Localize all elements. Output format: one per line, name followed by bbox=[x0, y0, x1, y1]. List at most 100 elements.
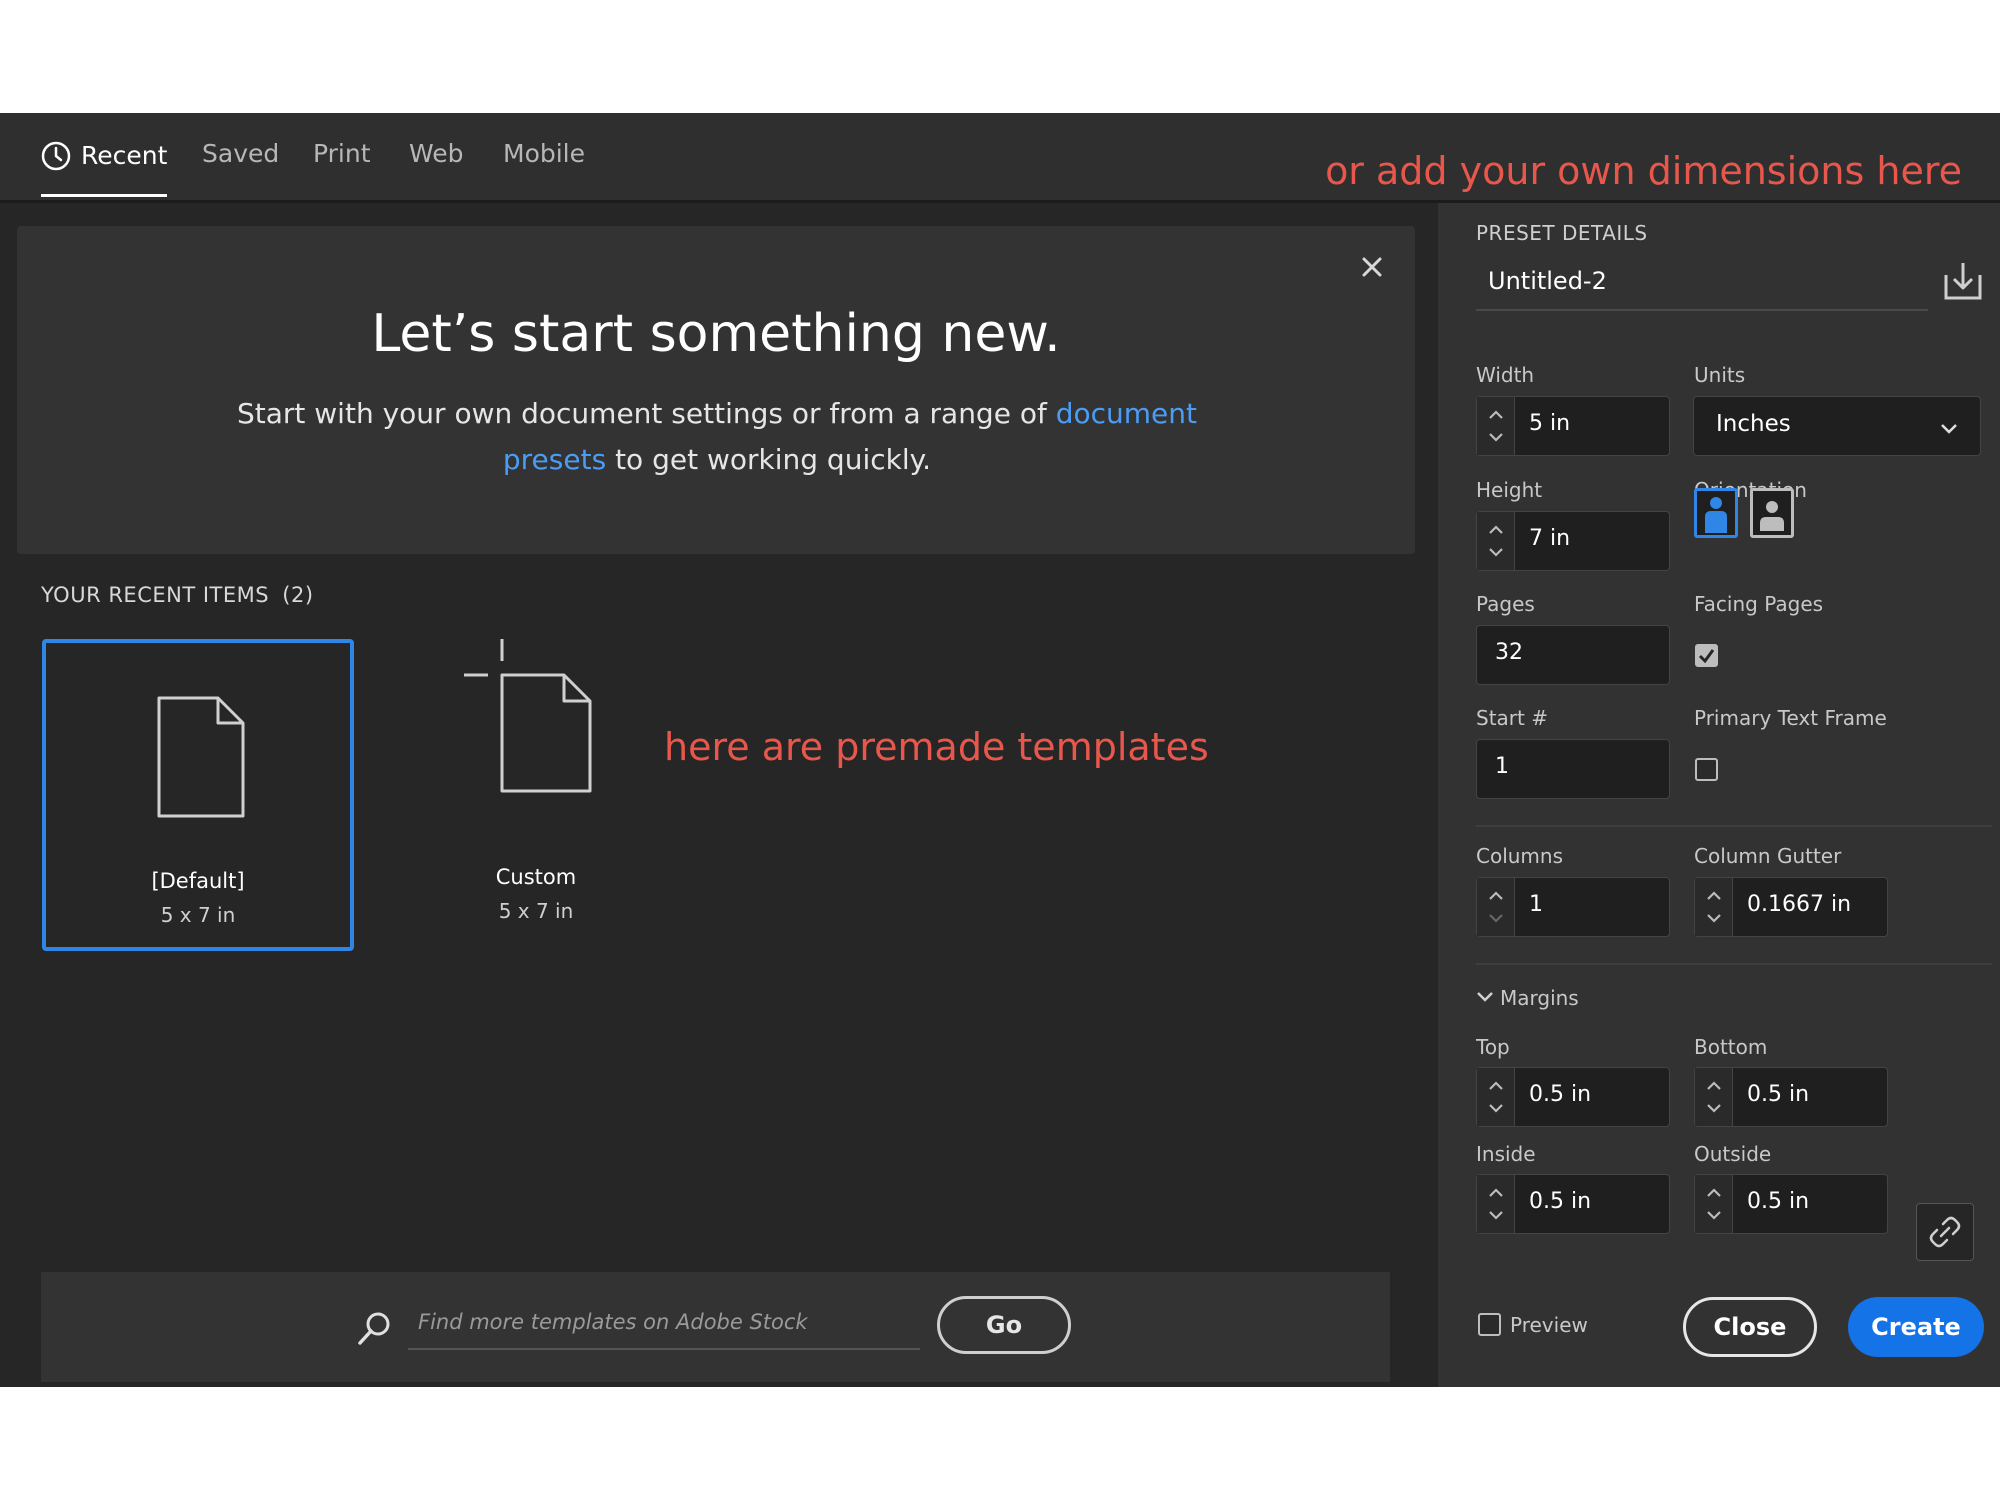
chevron-down-icon[interactable] bbox=[1486, 1098, 1506, 1118]
bottom-margin-stepper[interactable] bbox=[1695, 1068, 1733, 1126]
preset-details-panel: PRESET DETAILS Untitled-2 Width Units 5 … bbox=[1438, 203, 2000, 1387]
start-value: 1 bbox=[1495, 754, 1509, 779]
custom-document-icon bbox=[464, 639, 592, 793]
recent-item-name: Custom bbox=[495, 865, 577, 889]
recent-items-title: YOUR RECENT ITEMS (2) bbox=[41, 583, 314, 607]
chevron-up-icon[interactable] bbox=[1486, 1076, 1506, 1096]
recent-item-name: [Default] bbox=[151, 869, 245, 893]
column-gutter-field[interactable]: 0.1667 in bbox=[1694, 877, 1888, 937]
columns-stepper[interactable] bbox=[1477, 878, 1515, 936]
columns-value: 1 bbox=[1529, 892, 1543, 917]
chevron-up-icon[interactable] bbox=[1704, 1076, 1724, 1096]
width-stepper[interactable] bbox=[1477, 397, 1515, 455]
chevron-up-icon[interactable] bbox=[1486, 886, 1506, 906]
new-document-dialog: Recent Saved Print Web Mobile or add you… bbox=[0, 113, 2000, 1387]
chevron-up-icon[interactable] bbox=[1486, 1183, 1506, 1203]
start-label: Start # bbox=[1476, 706, 1548, 730]
chevron-up-icon[interactable] bbox=[1704, 886, 1724, 906]
bottom-margin-value: 0.5 in bbox=[1747, 1082, 1810, 1107]
chevron-down-icon bbox=[1941, 424, 1957, 434]
inside-margin-field[interactable]: 0.5 in bbox=[1476, 1174, 1670, 1234]
height-stepper[interactable] bbox=[1477, 512, 1515, 570]
chevron-down-icon[interactable] bbox=[1704, 1098, 1724, 1118]
divider bbox=[1476, 963, 1992, 965]
preview-checkbox[interactable] bbox=[1478, 1313, 1501, 1336]
annotation-middle: here are premade templates bbox=[664, 725, 1209, 769]
link-icon bbox=[1929, 1216, 1961, 1248]
chevron-up-icon[interactable] bbox=[1486, 520, 1506, 540]
annotation-top: or add your own dimensions here bbox=[1325, 149, 1962, 193]
recent-item-dims: 5 x 7 in bbox=[160, 903, 236, 927]
tab-print[interactable]: Print bbox=[313, 141, 371, 197]
margins-toggle[interactable]: Margins bbox=[1476, 986, 1579, 1010]
go-button[interactable]: Go bbox=[937, 1296, 1071, 1354]
top-margin-value: 0.5 in bbox=[1529, 1082, 1592, 1107]
column-gutter-label: Column Gutter bbox=[1694, 844, 1842, 868]
columns-field[interactable]: 1 bbox=[1476, 877, 1670, 937]
column-gutter-value: 0.1667 in bbox=[1747, 892, 1852, 917]
checkmark-icon bbox=[1698, 649, 1715, 664]
outside-margin-stepper[interactable] bbox=[1695, 1175, 1733, 1233]
facing-pages-checkbox[interactable] bbox=[1695, 644, 1718, 667]
height-field[interactable]: 7 in bbox=[1476, 511, 1670, 571]
primary-text-frame-checkbox[interactable] bbox=[1695, 758, 1718, 781]
welcome-sub-after: to get working quickly. bbox=[606, 443, 932, 476]
tab-recent[interactable]: Recent bbox=[41, 141, 168, 197]
document-name-field[interactable]: Untitled-2 bbox=[1476, 253, 1928, 311]
welcome-banner: Let’s start something new. Start with yo… bbox=[17, 226, 1415, 554]
margins-label: Margins bbox=[1500, 986, 1579, 1010]
pages-value: 32 bbox=[1495, 640, 1523, 665]
save-preset-icon[interactable] bbox=[1942, 261, 1984, 301]
pages-field[interactable]: 32 bbox=[1476, 625, 1670, 685]
recent-items-count: (2) bbox=[282, 583, 314, 607]
recent-item-default[interactable]: [Default] 5 x 7 in bbox=[42, 639, 354, 951]
clock-icon bbox=[41, 141, 71, 171]
close-icon[interactable] bbox=[1355, 250, 1389, 284]
link-margins-button[interactable] bbox=[1916, 1203, 1974, 1261]
chevron-down-icon[interactable] bbox=[1704, 908, 1724, 928]
tab-mobile[interactable]: Mobile bbox=[503, 141, 585, 197]
stock-search-input[interactable] bbox=[408, 1296, 920, 1350]
tab-web[interactable]: Web bbox=[409, 141, 464, 197]
divider bbox=[1476, 825, 1992, 827]
search-icon bbox=[358, 1312, 390, 1345]
portrait-orientation-button[interactable] bbox=[1694, 488, 1738, 538]
pages-label: Pages bbox=[1476, 592, 1535, 616]
landscape-orientation-button[interactable] bbox=[1750, 488, 1794, 538]
close-button[interactable]: Close bbox=[1683, 1297, 1817, 1357]
chevron-up-icon[interactable] bbox=[1486, 405, 1506, 425]
chevron-down-icon[interactable] bbox=[1486, 542, 1506, 562]
outside-margin-value: 0.5 in bbox=[1747, 1189, 1810, 1214]
top-margin-stepper[interactable] bbox=[1477, 1068, 1515, 1126]
units-label: Units bbox=[1694, 363, 1746, 387]
bottom-margin-field[interactable]: 0.5 in bbox=[1694, 1067, 1888, 1127]
create-button[interactable]: Create bbox=[1848, 1297, 1984, 1357]
tab-saved[interactable]: Saved bbox=[202, 141, 279, 197]
preset-details-title: PRESET DETAILS bbox=[1476, 221, 1648, 245]
chevron-down-icon[interactable] bbox=[1486, 908, 1506, 928]
chevron-down-icon[interactable] bbox=[1704, 1205, 1724, 1225]
welcome-headline: Let’s start something new. bbox=[371, 304, 1061, 364]
units-value: Inches bbox=[1716, 411, 1791, 437]
outside-margin-field[interactable]: 0.5 in bbox=[1694, 1174, 1888, 1234]
inside-margin-value: 0.5 in bbox=[1529, 1189, 1592, 1214]
primary-text-frame-label: Primary Text Frame bbox=[1694, 706, 1887, 730]
outside-margin-label: Outside bbox=[1694, 1142, 1772, 1166]
chevron-down-icon[interactable] bbox=[1486, 427, 1506, 447]
inside-margin-stepper[interactable] bbox=[1477, 1175, 1515, 1233]
start-field[interactable]: 1 bbox=[1476, 739, 1670, 799]
portrait-icon bbox=[1705, 497, 1727, 533]
chevron-up-icon[interactable] bbox=[1704, 1183, 1724, 1203]
column-gutter-stepper[interactable] bbox=[1695, 878, 1733, 936]
preview-label: Preview bbox=[1510, 1313, 1588, 1337]
chevron-down-icon[interactable] bbox=[1486, 1205, 1506, 1225]
document-icon bbox=[157, 696, 245, 818]
units-select[interactable]: Inches bbox=[1693, 396, 1981, 456]
welcome-subtext: Start with your own document settings or… bbox=[207, 391, 1227, 483]
top-margin-field[interactable]: 0.5 in bbox=[1476, 1067, 1670, 1127]
recent-item-dims: 5 x 7 in bbox=[498, 899, 574, 923]
width-field[interactable]: 5 in bbox=[1476, 396, 1670, 456]
recent-item-custom[interactable]: Custom 5 x 7 in bbox=[380, 639, 692, 951]
tab-recent-label: Recent bbox=[81, 141, 168, 170]
inside-margin-label: Inside bbox=[1476, 1142, 1536, 1166]
